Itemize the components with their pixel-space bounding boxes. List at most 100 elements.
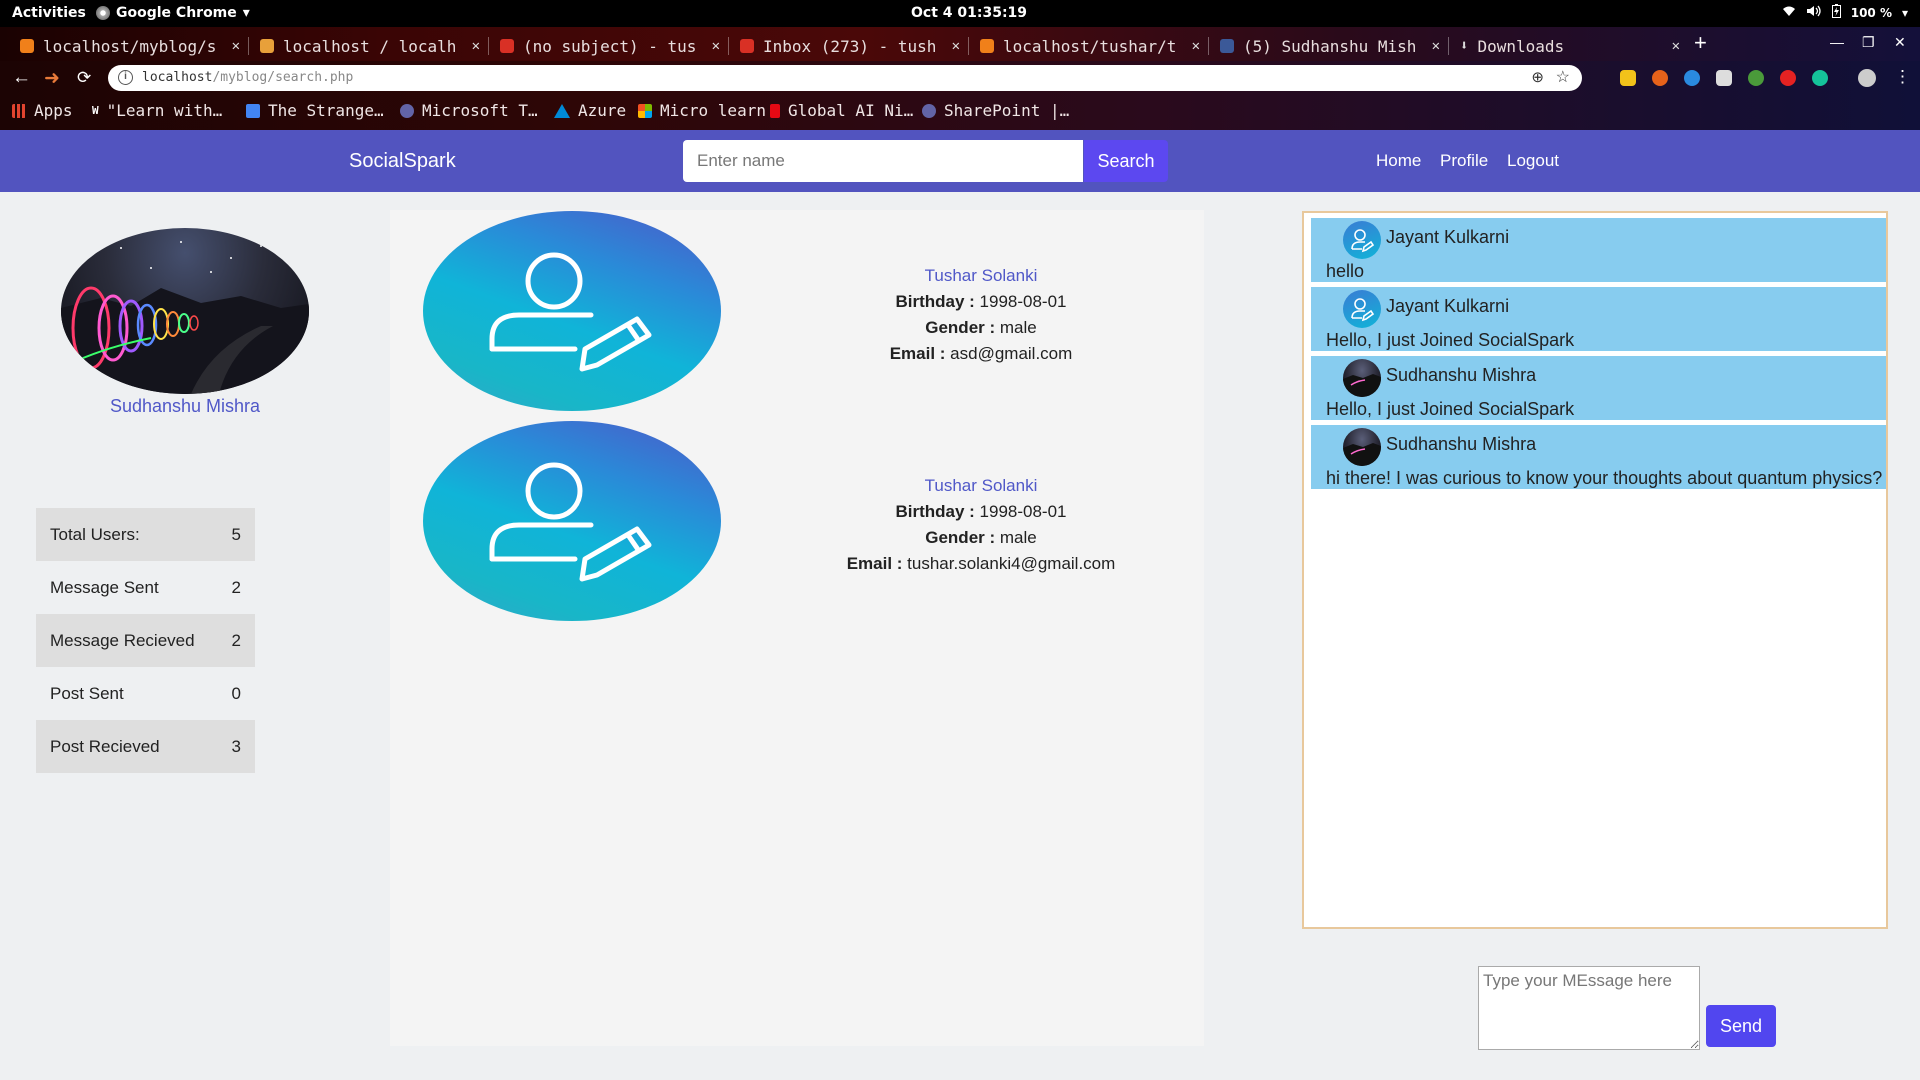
extension-fire-icon[interactable]	[1652, 70, 1668, 86]
sender-name: Jayant Kulkarni	[1386, 296, 1510, 316]
stat-label: Post Recieved	[50, 736, 160, 756]
bookmark-learn-with[interactable]: W "Learn with…	[92, 101, 222, 120]
search-button[interactable]: Search	[1084, 140, 1168, 182]
profile-avatar-icon[interactable]	[1858, 69, 1876, 87]
stat-post-sent: Post Sent 0	[36, 667, 255, 720]
battery-level: 100 %	[1850, 5, 1892, 20]
user-email: Email : tushar.solanki4@gmail.com	[846, 554, 1116, 573]
close-tab-icon[interactable]: ✕	[1672, 38, 1680, 54]
send-button[interactable]: Send	[1706, 1005, 1776, 1047]
stat-total-users: Total Users: 5	[36, 508, 255, 561]
nav-profile-link[interactable]: Profile	[1440, 151, 1488, 171]
extension-green-icon[interactable]	[1748, 70, 1764, 86]
bookmark-apps[interactable]: Apps	[12, 101, 73, 120]
bookmark-global-ai[interactable]: Global AI Ni…	[770, 101, 913, 120]
global-ai-icon	[770, 103, 780, 118]
message-input[interactable]	[1478, 966, 1700, 1050]
gmail-favicon-icon	[500, 39, 514, 53]
bookmark-the-strange[interactable]: The Strange…	[246, 101, 384, 120]
stat-message-recieved: Message Recieved 2	[36, 614, 255, 667]
sender-name: Jayant Kulkarni	[1386, 227, 1510, 247]
minimize-window-button[interactable]: —	[1830, 34, 1844, 50]
nav-home-link[interactable]: Home	[1376, 151, 1421, 171]
stat-label: Post Sent	[50, 683, 124, 703]
chat-message: Sudhanshu Mishra Hello, I just Joined So…	[1311, 356, 1886, 420]
reload-icon[interactable]: ⟳	[77, 68, 91, 88]
xampp-favicon-icon	[980, 39, 994, 53]
extension-pen-icon[interactable]	[1716, 70, 1732, 86]
bookmark-azure[interactable]: Azure	[554, 101, 626, 120]
app-menu[interactable]: Google Chrome ▾	[96, 5, 250, 21]
site-brand[interactable]: SocialSpark	[349, 150, 456, 173]
user-info: Tushar Solanki Birthday : 1998-08-01 Gen…	[746, 263, 1216, 367]
extension-blue-icon[interactable]	[1684, 70, 1700, 86]
close-tab-icon[interactable]: ✕	[472, 38, 480, 54]
search-results-panel: Tushar Solanki Birthday : 1998-08-01 Gen…	[390, 210, 1204, 1046]
sender-avatar	[1343, 290, 1381, 328]
browser-toolbar: ← ➜ ⟳ i localhost/myblog/search.php ⊕ ☆ …	[0, 61, 1920, 95]
bookmark-sharepoint[interactable]: SharePoint |…	[922, 101, 1069, 120]
activities-button[interactable]: Activities	[12, 5, 86, 21]
system-tray[interactable]: 100 % ▾	[1782, 4, 1908, 21]
stat-label: Message Sent	[50, 577, 159, 597]
apps-grid-icon	[12, 103, 26, 118]
kebab-menu-icon[interactable]: ⋮	[1894, 67, 1911, 87]
edit-user-icon	[489, 252, 652, 372]
system-top-bar: Activities Google Chrome ▾ Oct 4 01:35:1…	[0, 0, 1920, 27]
tab-localhost-myblog[interactable]: localhost/myblog/sea ✕	[10, 31, 246, 61]
zoom-icon[interactable]: ⊕	[1531, 68, 1544, 86]
chat-messages-box[interactable]: Jayant Kulkarni hello Jayant Kulkarni He…	[1302, 211, 1888, 929]
download-icon: ⬇	[1460, 38, 1469, 54]
close-tab-icon[interactable]: ✕	[1192, 38, 1200, 54]
user-name-link[interactable]: Tushar Solanki	[746, 473, 1216, 499]
new-tab-button[interactable]: +	[1694, 30, 1707, 56]
info-icon[interactable]: i	[118, 70, 133, 85]
stat-post-recieved: Post Recieved 3	[36, 720, 255, 773]
sender-name: Sudhanshu Mishra	[1386, 434, 1537, 454]
bookmark-star-icon[interactable]: ☆	[1556, 67, 1570, 87]
user-info: Tushar Solanki Birthday : 1998-08-01 Gen…	[746, 473, 1216, 577]
tab-title: localhost/myblog/sea	[43, 36, 215, 56]
xampp-favicon-icon	[20, 39, 34, 53]
close-tab-icon[interactable]: ✕	[952, 38, 960, 54]
grammarly-icon[interactable]	[1812, 70, 1828, 86]
chat-message: Jayant Kulkarni hello	[1311, 218, 1886, 282]
close-window-button[interactable]: ✕	[1894, 34, 1906, 51]
address-bar[interactable]: i localhost/myblog/search.php ⊕ ☆	[108, 65, 1582, 91]
bookmark-micro-learn[interactable]: Micro learn	[638, 101, 766, 120]
battery-icon	[1831, 4, 1841, 21]
close-tab-icon[interactable]: ✕	[1432, 38, 1440, 54]
close-tab-icon[interactable]: ✕	[232, 38, 240, 54]
profile-name[interactable]: Sudhanshu Mishra	[36, 396, 334, 417]
search-input[interactable]	[683, 140, 1083, 182]
nav-logout-link[interactable]: Logout	[1507, 151, 1559, 171]
tab-gmail-inbox[interactable]: Inbox (273) - tush ✕	[730, 31, 966, 61]
tab-facebook[interactable]: (5) Sudhanshu Mishra ✕	[1210, 31, 1446, 61]
tab-strip: localhost/myblog/sea ✕ localhost / local…	[0, 27, 1920, 61]
clock[interactable]: Oct 4 01:35:19	[911, 5, 1027, 21]
back-arrow-icon[interactable]: ←	[12, 67, 31, 89]
chrome-icon	[96, 6, 110, 20]
tab-downloads[interactable]: ⬇ Downloads ✕	[1450, 31, 1686, 61]
url-text[interactable]: localhost/myblog/search.php	[142, 70, 353, 85]
restore-window-button[interactable]: ❐	[1862, 34, 1875, 51]
extension-red-icon[interactable]	[1780, 70, 1796, 86]
tab-phpmyadmin[interactable]: localhost / localhost ✕	[250, 31, 486, 61]
chevron-down-icon: ▾	[242, 5, 250, 21]
user-avatar[interactable]	[423, 421, 721, 621]
chevron-down-icon: ▾	[1901, 5, 1908, 20]
message-text: hi there! I was curious to know your tho…	[1326, 468, 1883, 488]
sender-avatar	[1343, 221, 1381, 259]
forward-arrow-icon[interactable]: ➜	[44, 67, 60, 90]
message-text: Hello, I just Joined SocialSpark	[1326, 330, 1575, 350]
close-tab-icon[interactable]: ✕	[712, 38, 720, 54]
sharepoint-icon	[922, 103, 936, 118]
profile-picture[interactable]	[61, 228, 309, 394]
user-name-link[interactable]: Tushar Solanki	[746, 263, 1216, 289]
stat-message-sent: Message Sent 2	[36, 561, 255, 614]
user-avatar[interactable]	[423, 211, 721, 411]
tab-gmail-no-subject[interactable]: (no subject) - tush ✕	[490, 31, 726, 61]
bookmark-microsoft-teams[interactable]: Microsoft T…	[400, 101, 538, 120]
tab-localhost-tushar[interactable]: localhost/tushar/tush ✕	[970, 31, 1206, 61]
extension-keep-icon[interactable]	[1620, 70, 1636, 86]
